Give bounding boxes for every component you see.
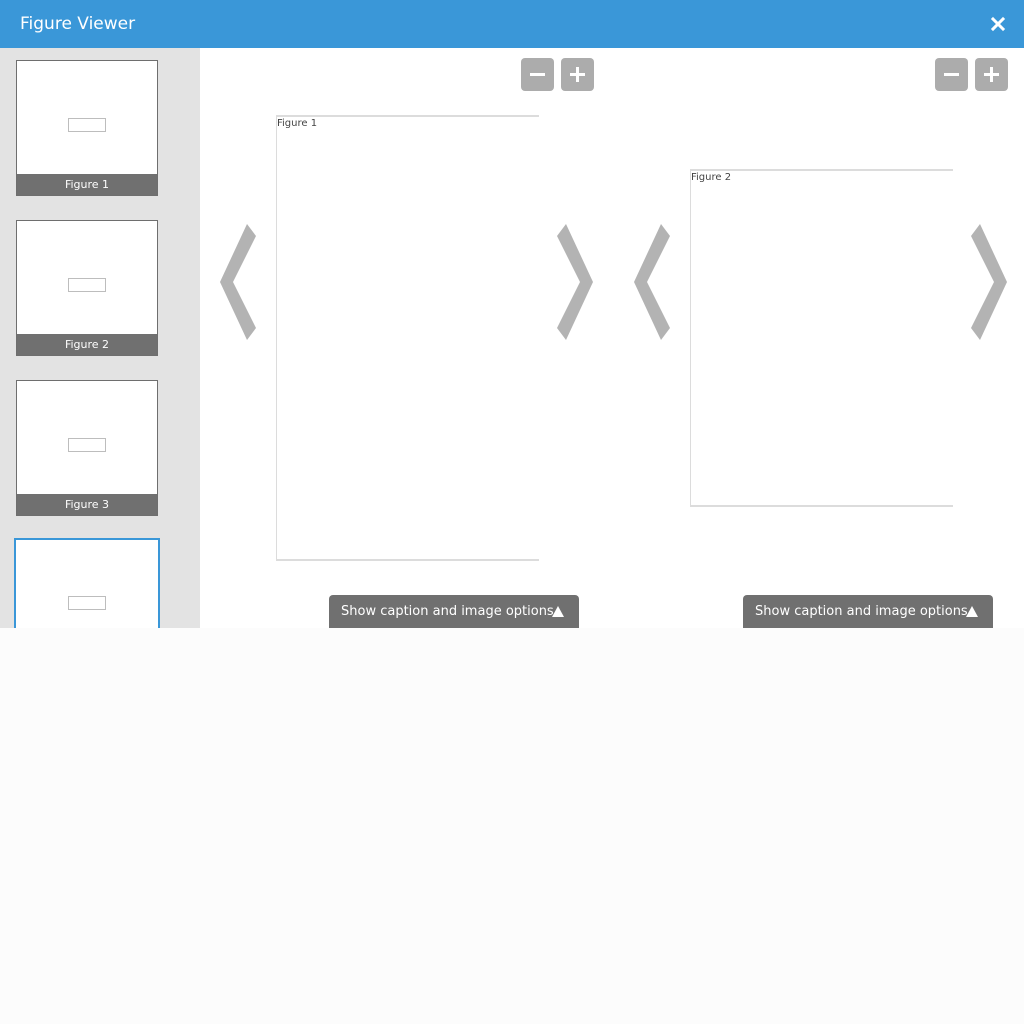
panel-1-zoom-out-button[interactable] (521, 58, 554, 91)
thumbnail-sidebar: Figure 1 Figure 2 Figure 3 (0, 48, 200, 628)
caption-toggle-label: Show caption and image options (755, 604, 968, 619)
chevron-right-icon (557, 224, 593, 340)
thumbnail-label: Figure 3 (17, 494, 157, 515)
chevron-left-icon (634, 224, 670, 340)
panel-1-figure: Figure 1 (276, 115, 539, 561)
panel-1-caption-toggle-button[interactable]: Show caption and image options (329, 595, 579, 628)
thumbnail-image (68, 118, 106, 132)
plus-icon (984, 67, 999, 82)
panel-1-zoom-in-button[interactable] (561, 58, 594, 91)
plus-icon (570, 67, 585, 82)
panel-2-caption-toggle-button[interactable]: Show caption and image options (743, 595, 993, 628)
minus-icon (944, 73, 959, 76)
panel-1-next-button[interactable] (556, 222, 594, 342)
thumbnail-figure-2[interactable]: Figure 2 (16, 220, 158, 356)
panel-2-zoom-out-button[interactable] (935, 58, 968, 91)
thumbnail-figure-1[interactable]: Figure 1 (16, 60, 158, 196)
thumbnail-figure-3[interactable]: Figure 3 (16, 380, 158, 516)
close-button[interactable] (988, 14, 1008, 34)
thumbnail-image (68, 278, 106, 292)
chevron-right-icon (971, 224, 1007, 340)
minus-icon (530, 73, 545, 76)
panel-1-previous-button[interactable] (219, 222, 257, 342)
panel-2-zoom-in-button[interactable] (975, 58, 1008, 91)
panel-2-figure: Figure 2 (690, 169, 953, 507)
panel-2-next-button[interactable] (970, 222, 1008, 342)
figure-label: Figure 2 (691, 172, 732, 183)
close-icon (990, 16, 1006, 32)
window-title: Figure Viewer (20, 14, 136, 34)
title-bar: Figure Viewer (0, 0, 1024, 48)
triangle-up-icon (552, 606, 564, 617)
figure-viewer-window: Figure Viewer Figure 1 Figure 2 Figure 3 (0, 0, 1024, 628)
triangle-up-icon (966, 606, 978, 617)
thumbnail-image (68, 596, 106, 610)
chevron-left-icon (220, 224, 256, 340)
panel-2-previous-button[interactable] (633, 222, 671, 342)
thumbnail-figure-4[interactable] (14, 538, 160, 628)
figure-label: Figure 1 (277, 118, 318, 129)
thumbnail-image (68, 438, 106, 452)
thumbnail-label: Figure 1 (17, 174, 157, 195)
thumbnail-label: Figure 2 (17, 334, 157, 355)
caption-toggle-label: Show caption and image options (341, 604, 554, 619)
